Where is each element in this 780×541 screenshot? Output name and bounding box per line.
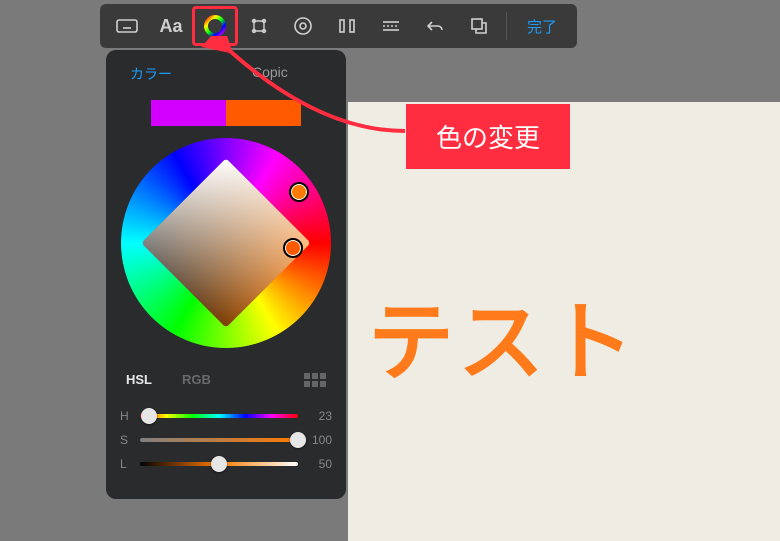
font-icon[interactable]: Aa <box>150 8 192 44</box>
mode-rgb[interactable]: RGB <box>182 372 211 387</box>
swatch-grid-icon[interactable] <box>304 373 326 387</box>
color-panel: カラー Copic HSL RGB H 23 S 100 L 50 <box>106 50 346 499</box>
hue-handle[interactable] <box>289 182 309 202</box>
hue-slider[interactable]: H 23 <box>120 409 332 423</box>
annotation-callout: 色の変更 <box>406 104 570 169</box>
mode-hsl[interactable]: HSL <box>126 372 152 387</box>
opacity-icon[interactable] <box>282 8 324 44</box>
undo-icon[interactable] <box>414 8 456 44</box>
transform-icon[interactable] <box>238 8 280 44</box>
color-swatches[interactable] <box>151 100 301 126</box>
done-button[interactable]: 完了 <box>513 16 571 37</box>
align-icon[interactable] <box>370 8 412 44</box>
saturation-slider[interactable]: S 100 <box>120 433 332 447</box>
tab-color[interactable]: カラー <box>130 64 172 84</box>
swatch-secondary[interactable] <box>151 100 226 126</box>
lightness-slider[interactable]: L 50 <box>120 457 332 471</box>
color-wheel[interactable] <box>121 138 331 348</box>
tab-copic[interactable]: Copic <box>252 64 288 84</box>
keyboard-icon[interactable] <box>106 8 148 44</box>
canvas-text[interactable]: テスト <box>368 272 638 397</box>
text-toolbar: Aa 完了 <box>100 4 577 48</box>
color-wheel-icon[interactable] <box>194 8 236 44</box>
swatch-primary[interactable] <box>226 100 301 126</box>
spacing-icon[interactable] <box>326 8 368 44</box>
separator <box>506 12 507 40</box>
layer-icon[interactable] <box>458 8 500 44</box>
sv-handle[interactable] <box>283 238 303 258</box>
